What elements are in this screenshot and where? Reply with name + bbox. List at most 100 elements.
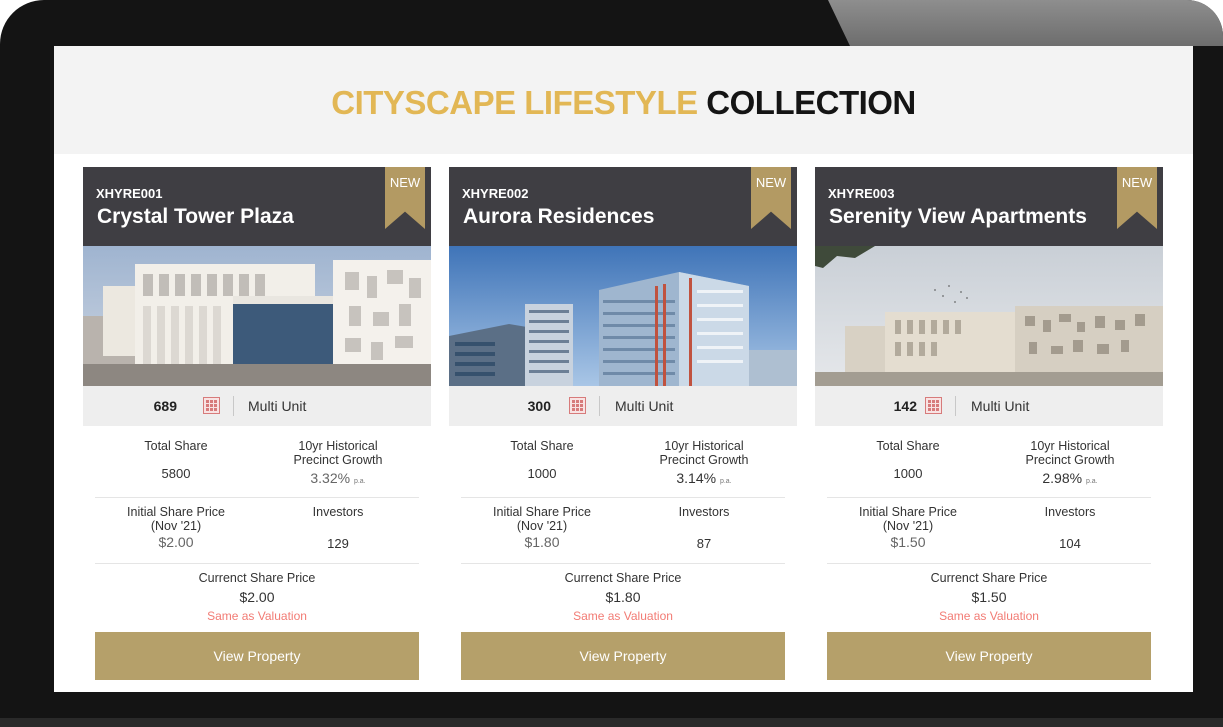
current-price-label: Currenct Share Price [930,571,1048,585]
total-share-value: 1000 [527,466,557,481]
property-name[interactable]: Serenity View Apartments [829,205,1087,229]
property-code: XHYRE001 [96,186,163,201]
current-price-value: $2.00 [239,589,275,605]
unit-info-bar: 300 Multi Unit [449,386,797,426]
total-share-value: 1000 [893,466,923,481]
property-code: XHYRE003 [828,186,895,201]
property-photo[interactable] [83,246,431,386]
property-photo[interactable] [449,246,797,386]
investors-value: 104 [1059,536,1081,551]
unit-info-bar: 142 Multi Unit [815,386,1163,426]
building-grid-icon [203,397,220,414]
growth-label-line2: Precinct Growth [293,453,383,467]
valuation-note: Same as Valuation [207,609,307,623]
property-card[interactable]: XHYRE003 Serenity View Apartments NEW 14… [815,167,1163,692]
divider [95,497,419,498]
property-card[interactable]: XHYRE001 Crystal Tower Plaza NEW 689 Mul… [83,167,431,692]
current-price-value: $1.80 [605,589,641,605]
investors-label: Investors [312,505,364,519]
initial-price-label-line1: Initial Share Price [127,505,225,519]
total-share-stat: Total Share 5800 [95,439,257,481]
new-badge-label: NEW [1121,175,1153,190]
investors-stat: Investors 104 [989,505,1151,551]
investors-label: Investors [678,505,730,519]
growth-value: 3.14% [676,470,717,486]
property-name[interactable]: Aurora Residences [463,205,654,229]
building-grid-icon [569,397,586,414]
building-grid-icon [925,397,942,414]
investors-value: 87 [696,536,712,551]
total-share-label: Total Share [510,439,574,453]
view-property-button[interactable]: View Property [827,632,1151,680]
current-price-label: Currenct Share Price [198,571,316,585]
page-title-accent: CITYSCAPE LIFESTYLE [331,84,698,121]
divider [95,563,419,564]
initial-price-stat: Initial Share Price (Nov '21) $1.50 [827,505,989,549]
initial-price-label-line1: Initial Share Price [859,505,957,519]
total-share-label: Total Share [876,439,940,453]
screen-glare [828,0,1223,46]
initial-price-label-line1: Initial Share Price [493,505,591,519]
growth-value: 3.32% [310,470,351,486]
property-name[interactable]: Crystal Tower Plaza [97,205,294,229]
growth-label-line1: 10yr Historical [1030,439,1110,453]
investors-stat: Investors 87 [623,505,785,551]
initial-price-stat: Initial Share Price (Nov '21) $1.80 [461,505,623,549]
current-price-block: Currenct Share Price $1.80 Same as Valua… [449,571,797,623]
growth-stat: 10yr Historical Precinct Growth 3.14% p.… [623,439,785,489]
initial-price-value: $2.00 [158,534,194,550]
divider [233,396,234,416]
divider [827,563,1151,564]
card-header: XHYRE001 Crystal Tower Plaza NEW [83,167,431,246]
divider [955,396,956,416]
growth-value: 2.98% [1042,470,1083,486]
card-header: XHYRE002 Aurora Residences NEW [449,167,797,246]
per-annum-label: p.a. [1085,478,1098,485]
divider [461,497,785,498]
growth-stat: 10yr Historical Precinct Growth 3.32% p.… [257,439,419,489]
growth-label-line2: Precinct Growth [659,453,749,467]
divider [461,563,785,564]
growth-label-line1: 10yr Historical [664,439,744,453]
page-title-rest: COLLECTION [706,84,916,121]
growth-label-line2: Precinct Growth [1025,453,1115,467]
growth-stat: 10yr Historical Precinct Growth 2.98% p.… [989,439,1151,489]
unit-info-bar: 689 Multi Unit [83,386,431,426]
total-share-value: 5800 [161,466,191,481]
new-ribbon-badge: NEW [751,167,791,229]
laptop-frame: CITYSCAPE LIFESTYLE COLLECTION XHYRE001 … [0,0,1223,727]
property-card[interactable]: XHYRE002 Aurora Residences NEW 300 Multi… [449,167,797,692]
divider [827,497,1151,498]
divider [599,396,600,416]
valuation-note: Same as Valuation [939,609,1039,623]
unit-count: 689 [153,398,177,414]
investors-value: 129 [327,536,349,551]
total-share-label: Total Share [144,439,208,453]
new-ribbon-badge: NEW [385,167,425,229]
current-price-block: Currenct Share Price $2.00 Same as Valua… [83,571,431,623]
initial-price-label-line2: (Nov '21) [150,519,202,533]
valuation-note: Same as Valuation [573,609,673,623]
total-share-stat: Total Share 1000 [461,439,623,481]
investors-stat: Investors 129 [257,505,419,551]
initial-price-label-line2: (Nov '21) [882,519,934,533]
page-title: CITYSCAPE LIFESTYLE COLLECTION [54,84,1193,122]
new-badge-label: NEW [389,175,421,190]
per-annum-label: p.a. [353,478,366,485]
unit-type: Multi Unit [248,398,307,414]
growth-label-line1: 10yr Historical [298,439,378,453]
laptop-base [0,718,1223,727]
unit-type: Multi Unit [971,398,1030,414]
collection-header: CITYSCAPE LIFESTYLE COLLECTION [54,46,1193,154]
view-property-button[interactable]: View Property [95,632,419,680]
view-property-button[interactable]: View Property [461,632,785,680]
initial-price-label-line2: (Nov '21) [516,519,568,533]
card-header: XHYRE003 Serenity View Apartments NEW [815,167,1163,246]
current-price-block: Currenct Share Price $1.50 Same as Valua… [815,571,1163,623]
current-price-label: Currenct Share Price [564,571,682,585]
property-photo[interactable] [815,246,1163,386]
property-code: XHYRE002 [462,186,529,201]
unit-count: 142 [893,398,917,414]
web-page: CITYSCAPE LIFESTYLE COLLECTION XHYRE001 … [54,46,1193,692]
total-share-stat: Total Share 1000 [827,439,989,481]
